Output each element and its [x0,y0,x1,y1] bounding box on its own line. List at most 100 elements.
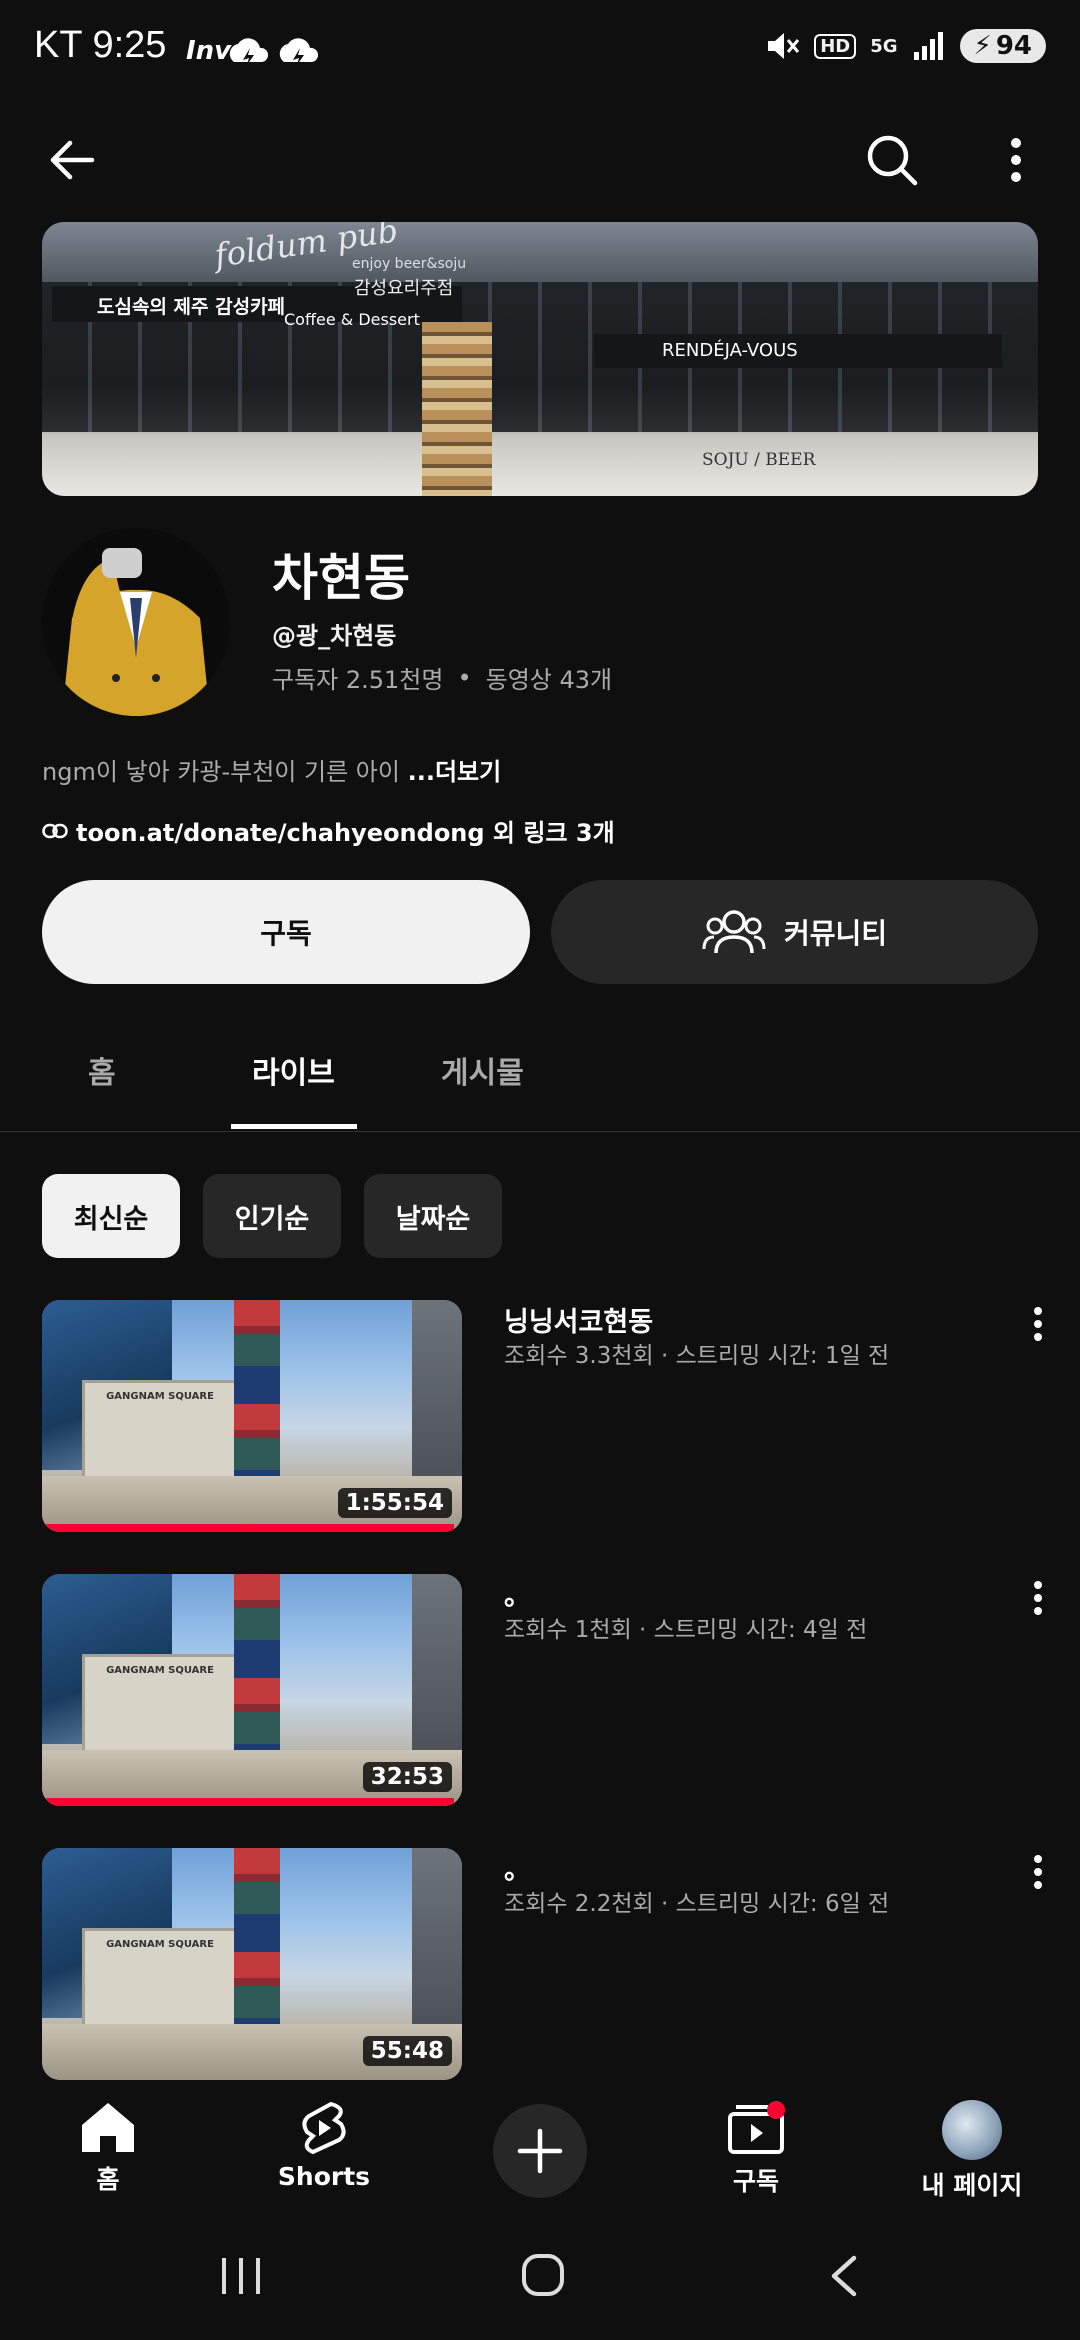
channel-handle: @광_차현동 [272,622,397,650]
nav-home-label: 홈 [96,2165,120,2194]
tab-home[interactable]: 홈 [88,1048,116,1092]
description-text: ngm이 낳아 카광-부천이 기른 아이 [42,758,408,786]
duration-badge: 55:48 [362,2036,452,2066]
video-thumbnail[interactable]: GANGNAM SQUARE 55:48 [42,1848,462,2080]
subscriptions-icon [728,2101,785,2154]
subscribe-button[interactable]: 구독 [42,880,530,984]
watch-progress-bar [42,1798,454,1806]
banner-pub-text: 감성요리주점 [354,278,454,299]
back-button[interactable] [32,120,112,200]
duration-badge: 32:53 [362,1762,452,1792]
nav-you-label: 내 페이지 [921,2171,1023,2200]
nav-subscriptions[interactable]: 구독 [676,2100,836,2198]
video-count: 동영상 43개 [485,666,613,694]
thumb-sign: GANGNAM SQUARE [82,1928,238,2030]
cloud-icon [279,38,318,65]
video-menu-button[interactable] [1018,1294,1058,1354]
video-title[interactable]: 。 [504,1574,531,1613]
plus-icon [517,2128,563,2174]
channel-link[interactable]: toon.at/donate/chahyeondong 외 링크 3개 [42,813,615,848]
tab-divider [0,1131,1080,1132]
chip-oldest[interactable]: 날짜순 [364,1174,502,1258]
thumb-sign: GANGNAM SQUARE [82,1654,238,1756]
system-navigation-bar [0,2214,1080,2340]
status-carrier-time: KT 9:25 [34,24,166,67]
chip-latest[interactable]: 최신순 [42,1174,180,1258]
nav-shorts-label: Shorts [277,2162,371,2191]
thumb-sign-text: GANGNAM SQUARE [106,1665,214,1676]
nav-you[interactable]: 내 페이지 [892,2100,1052,2202]
channel-banner: 도심속의 제주 감성카페 Coffee & Dessert foldum pub… [42,222,1038,496]
channel-avatar[interactable] [42,528,230,716]
thumb-tower [234,1848,280,2048]
channel-name: 차현동 [272,549,410,607]
more-vert-icon [1034,1581,1042,1615]
video-title[interactable]: 닝닝서코현동 [504,1300,653,1339]
status-bar: KT 9:25 Inv HD 5G ⚡ 94 [0,0,1080,100]
search-icon [867,135,918,186]
thumb-tower [234,1574,280,1774]
tab-posts[interactable]: 게시물 [441,1048,524,1092]
mute-icon [768,33,800,59]
chip-popular[interactable]: 인기순 [203,1174,341,1258]
carrier-label: KT [34,24,82,66]
banner-soju-text: SOJU / BEER [702,450,816,470]
nav-shorts[interactable]: Shorts [244,2100,404,2191]
avatar-image [42,528,230,716]
banner-book-tower [422,322,492,496]
banner-sign-right [594,334,1002,368]
video-meta: 조회수 2.2천회 · 스트리밍 시간: 6일 전 [504,1891,890,1917]
home-icon [82,2103,134,2152]
video-meta: 조회수 3.3천회 · 스트리밍 시간: 1일 전 [504,1343,890,1369]
banner-sub-text: enjoy beer&soju [352,256,467,272]
video-menu-button[interactable] [1018,1568,1058,1628]
nav-subscriptions-label: 구독 [732,2167,779,2196]
thumb-sign-text: GANGNAM SQUARE [106,1391,214,1402]
battery-level: 94 [995,31,1032,61]
active-tab-indicator [231,1124,357,1129]
more-link[interactable]: ...더보기 [408,758,502,786]
duration-badge: 1:55:54 [337,1488,452,1518]
create-button[interactable] [493,2104,587,2198]
thumb-sign: GANGNAM SQUARE [82,1380,238,1482]
more-vert-icon [1011,138,1021,182]
network-label: 5G [870,35,898,57]
nav-home[interactable]: 홈 [28,2100,188,2196]
status-right: HD 5G ⚡ 94 [764,28,1046,64]
subscribe-label: 구독 [260,917,312,950]
arrow-left-icon [50,140,95,180]
cloud-icon [229,38,268,65]
charging-icon: ⚡ [973,31,992,61]
shorts-icon [302,2101,346,2155]
community-label: 커뮤니티 [783,917,888,950]
video-title[interactable]: 。 [504,1848,531,1887]
more-options-button[interactable] [976,120,1056,200]
search-button[interactable] [852,120,932,200]
home-system-icon[interactable] [520,2252,566,2298]
hd-badge: HD [814,33,857,59]
dot-separator: • [457,663,472,692]
banner-cafe-text: 도심속의 제주 감성카페 [97,296,286,318]
watch-progress-bar [42,1524,454,1532]
profile-avatar [942,2100,1002,2160]
thumb-tower [234,1300,280,1500]
subscriber-count: 구독자 2.51천명 [272,666,444,694]
tab-live[interactable]: 라이브 [252,1048,335,1092]
link-icon [42,823,68,838]
community-icon [702,910,766,954]
video-thumbnail[interactable]: GANGNAM SQUARE 1:55:54 [42,1300,462,1532]
video-menu-button[interactable] [1018,1842,1058,1902]
back-system-icon[interactable] [826,2254,862,2298]
battery-indicator: ⚡ 94 [959,29,1046,63]
thumb-sign-text: GANGNAM SQUARE [106,1939,214,1950]
more-vert-icon [1034,1855,1042,1889]
channel-description[interactable]: ngm이 낳아 카광-부천이 기른 아이 ...더보기 [42,752,501,787]
channel-stats: 구독자 2.51천명 • 동영상 43개 [272,660,612,695]
signal-icon [913,32,943,60]
video-thumbnail[interactable]: GANGNAM SQUARE 32:53 [42,1574,462,1806]
banner-coffee-text: Coffee & Dessert [284,310,420,329]
recent-apps-icon[interactable] [218,2256,264,2296]
community-button[interactable]: 커뮤니티 [551,880,1038,984]
clock: 9:25 [92,24,167,66]
video-meta: 조회수 1천회 · 스트리밍 시간: 4일 전 [504,1617,868,1643]
